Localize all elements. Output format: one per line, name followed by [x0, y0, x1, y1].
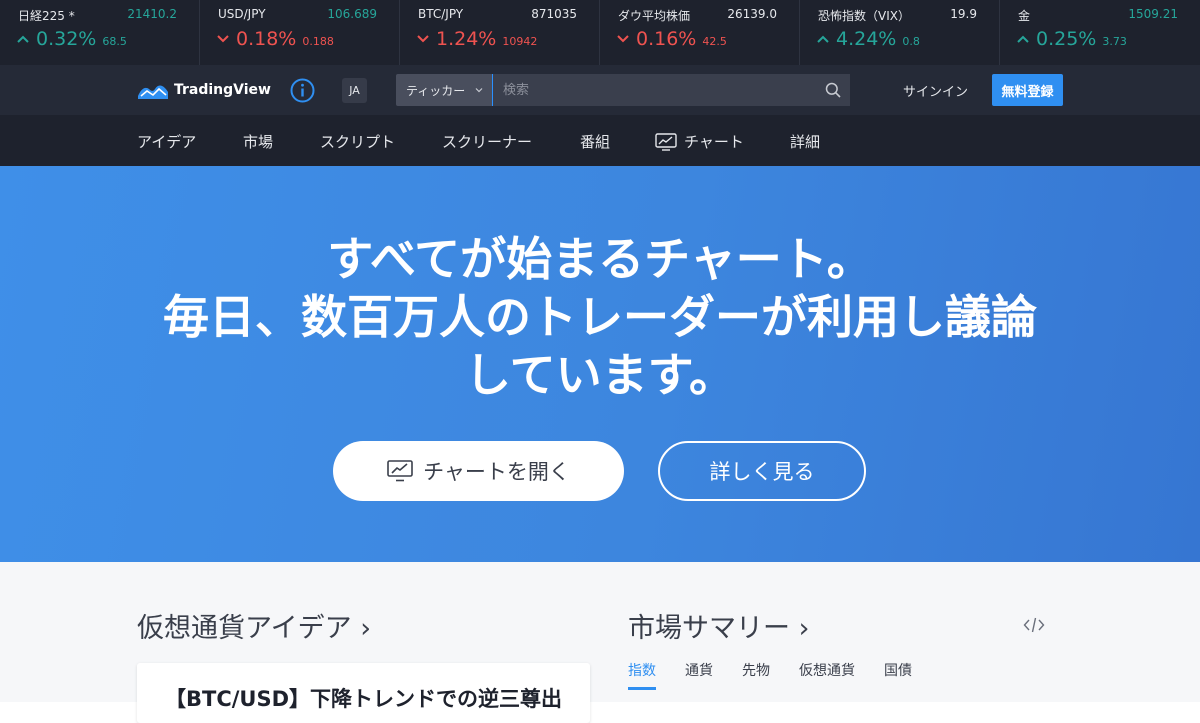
ticker-price: 26139.0: [727, 7, 777, 21]
ticker-change: 68.5: [102, 35, 127, 48]
tab-currencies[interactable]: 通貨: [685, 660, 713, 690]
tradingview-logo-icon: [138, 85, 168, 99]
ticker-percent: 1.24%: [436, 28, 497, 50]
idea-card[interactable]: 【BTC/USD】下降トレンドでの逆三尊出: [137, 663, 590, 723]
ticker-name: 恐怖指数（VIX）: [818, 9, 910, 23]
ticker-percent: 0.18%: [236, 28, 297, 50]
arrow-up-icon: [17, 35, 29, 43]
learn-more-button[interactable]: 詳しく見る: [658, 441, 866, 501]
language-button[interactable]: JA: [342, 78, 367, 103]
nav-item-ideas[interactable]: アイデア: [137, 131, 196, 152]
logo-link[interactable]: TradingView: [137, 80, 271, 100]
search-input[interactable]: [492, 74, 850, 106]
ticker-percent: 0.32%: [36, 28, 97, 50]
ticker-item-nikkei[interactable]: 日経225 * 21410.2 0.32% 68.5: [0, 0, 200, 65]
arrow-down-icon: [417, 35, 429, 43]
top-header: TradingView JA ティッカー サインイン 無料登録: [0, 65, 1200, 115]
nav-item-shows[interactable]: 番組: [580, 131, 610, 152]
register-button[interactable]: 無料登録: [992, 74, 1063, 106]
nav-item-chart[interactable]: チャート: [655, 131, 744, 152]
search-type-dropdown[interactable]: ティッカー: [396, 74, 492, 106]
hero-title-line: 毎日、数百万人のトレーダーが利用し議論: [163, 290, 1037, 344]
nav-item-scripts[interactable]: スクリプト: [320, 131, 395, 152]
tab-bonds[interactable]: 国債: [884, 660, 912, 690]
search-icon[interactable]: [825, 82, 841, 98]
content-area: 仮想通貨アイデア › 【BTC/USD】下降トレンドでの逆三尊出 市場サマリー …: [0, 562, 1200, 723]
ticker-change: 42.5: [702, 35, 727, 48]
ticker-price: 106.689: [327, 7, 377, 21]
ticker-change: 0.188: [302, 35, 334, 48]
chart-icon: [655, 132, 677, 151]
ticker-name: 日経225 *: [18, 9, 75, 23]
search-bar: ティッカー: [396, 74, 850, 106]
ticker-item-gold[interactable]: 金 1509.21 0.25% 3.73: [1000, 0, 1200, 65]
ticker-tape: 日経225 * 21410.2 0.32% 68.5 USD/JPY 106.6…: [0, 0, 1200, 65]
nav-item-markets[interactable]: 市場: [243, 131, 273, 152]
ticker-change: 10942: [502, 35, 538, 48]
tab-futures[interactable]: 先物: [742, 660, 770, 690]
hero-title: すべてが始まるチャート。 毎日、数百万人のトレーダーが利用し議論 しています。: [0, 230, 1200, 404]
arrow-up-icon: [817, 35, 829, 43]
open-chart-button[interactable]: チャートを開く: [333, 441, 624, 501]
tab-crypto[interactable]: 仮想通貨: [799, 660, 855, 690]
idea-card-title: 【BTC/USD】下降トレンドでの逆三尊出: [165, 687, 563, 711]
arrow-down-icon: [617, 35, 629, 43]
nav-item-chart-label: チャート: [684, 133, 744, 151]
logo-text: TradingView: [174, 82, 271, 98]
ticker-item-btcjpy[interactable]: BTC/JPY 871035 1.24% 10942: [400, 0, 600, 65]
open-chart-label: チャートを開く: [423, 460, 570, 484]
ticker-price: 871035: [531, 7, 577, 21]
ticker-price: 1509.21: [1128, 7, 1178, 21]
chart-icon: [387, 460, 413, 482]
nav-item-more[interactable]: 詳細: [790, 131, 820, 152]
ticker-item-usdjpy[interactable]: USD/JPY 106.689 0.18% 0.188: [200, 0, 400, 65]
ticker-name: 金: [1018, 9, 1031, 23]
main-nav: アイデア 市場 スクリプト スクリーナー 番組 チャート 詳細: [0, 115, 1200, 166]
hero-title-line: すべてが始まるチャート。: [327, 232, 873, 286]
ticker-change: 0.8: [902, 35, 920, 48]
ticker-name: ダウ平均株価: [618, 9, 691, 23]
hero-banner: すべてが始まるチャート。 毎日、数百万人のトレーダーが利用し議論 しています。 …: [0, 166, 1200, 562]
chevron-down-icon: [475, 88, 483, 93]
ticker-percent: 0.16%: [636, 28, 697, 50]
ticker-change: 3.73: [1102, 35, 1127, 48]
crypto-ideas-title[interactable]: 仮想通貨アイデア ›: [137, 606, 371, 645]
ticker-item-dow[interactable]: ダウ平均株価 26139.0 0.16% 42.5: [600, 0, 800, 65]
ticker-name: BTC/JPY: [418, 7, 464, 21]
info-icon[interactable]: [290, 78, 315, 103]
search-type-label: ティッカー: [406, 83, 466, 98]
ticker-percent: 4.24%: [836, 28, 897, 50]
ticker-percent: 0.25%: [1036, 28, 1097, 50]
arrow-down-icon: [217, 35, 229, 43]
ticker-name: USD/JPY: [218, 7, 266, 21]
tab-indices[interactable]: 指数: [628, 660, 656, 690]
hero-title-line: しています。: [464, 348, 736, 402]
arrow-up-icon: [1017, 35, 1029, 43]
ticker-item-vix[interactable]: 恐怖指数（VIX） 19.9 4.24% 0.8: [800, 0, 1000, 65]
ticker-price: 19.9: [950, 7, 977, 21]
embed-code-icon[interactable]: [1023, 616, 1045, 634]
signin-link[interactable]: サインイン: [903, 81, 968, 100]
market-tabs: 指数 通貨 先物 仮想通貨 国債: [628, 660, 941, 690]
ticker-price: 21410.2: [127, 7, 177, 21]
nav-item-screener[interactable]: スクリーナー: [442, 131, 532, 152]
market-summary-title[interactable]: 市場サマリー ›: [628, 606, 809, 645]
